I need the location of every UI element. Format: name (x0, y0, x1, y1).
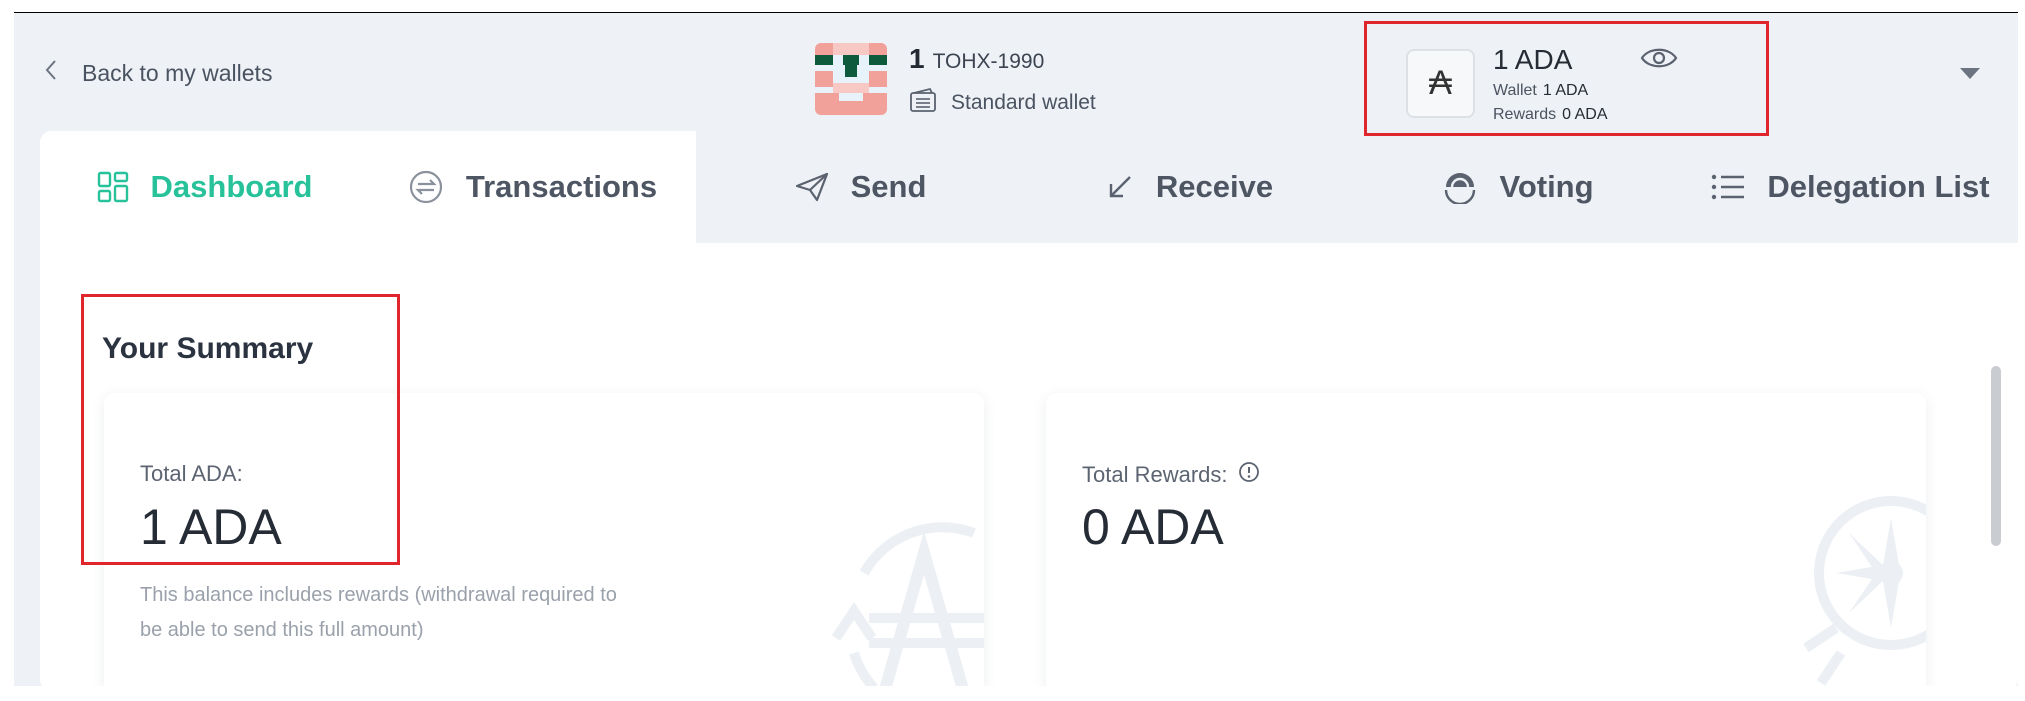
total-ada-value: 1 ADA (140, 499, 282, 555)
wallet-identity: 1 TOHX-1990 Standard wallet (815, 43, 1096, 119)
total-ada-note: This balance includes rewards (withdrawa… (140, 584, 617, 641)
wallet-type-label: Standard wallet (951, 91, 1096, 114)
tab-voting[interactable]: Voting (1354, 131, 1683, 243)
tab-dashboard[interactable]: Dashboard (40, 131, 369, 243)
rewards-balance-label: Rewards (1493, 106, 1557, 123)
app-window: Back to my wallets 1 TOHX-1990 Standard … (14, 13, 2018, 686)
wallet-plate: TOHX-1990 (932, 50, 1045, 73)
tab-receive[interactable]: Receive (1025, 131, 1354, 243)
voting-icon (1445, 173, 1476, 204)
ada-watermark-icon (831, 522, 984, 686)
dashboard-content: Your Summary Total ADA: 1 ADA This balan… (40, 243, 2018, 686)
dashboard-card: Dashboard Transactions Send Receive Voti… (40, 131, 2018, 686)
transactions-icon (409, 170, 442, 204)
wallet-type-icon (909, 87, 937, 119)
info-icon[interactable] (1238, 461, 1260, 489)
wallet-avatar (815, 43, 887, 115)
tab-transactions-label: Transactions (465, 169, 658, 204)
tab-send-label: Send (850, 169, 927, 204)
tab-transactions[interactable]: Transactions (369, 131, 696, 243)
wallet-balance-label: Wallet (1493, 82, 1537, 99)
wallet-balance-value: 1 ADA (1542, 82, 1589, 99)
wallet-type: Standard wallet (909, 87, 1096, 119)
total-rewards-value: 0 ADA (1082, 499, 1224, 555)
tab-send[interactable]: Send (696, 131, 1025, 243)
eye-icon[interactable] (1639, 44, 1679, 72)
back-label: Back to my wallets (82, 60, 273, 86)
tab-delegation-list-label: Delegation List (1767, 169, 1990, 204)
tab-voting-label: Voting (1499, 169, 1594, 204)
tab-delegation-list[interactable]: Delegation List (1683, 131, 2018, 243)
total-rewards-card: Total Rewards: 0 ADA (1046, 393, 1926, 686)
back-to-wallets-link[interactable]: Back to my wallets (44, 59, 272, 88)
total-rewards-label: Total Rewards: (1082, 462, 1228, 487)
balance-total: 1 ADA (1493, 44, 1573, 75)
rewards-balance-value: 0 ADA (1562, 106, 1608, 123)
tab-receive-label: Receive (1155, 169, 1274, 204)
list-icon (1712, 174, 1745, 200)
tab-dashboard-label: Dashboard (150, 169, 313, 204)
chevron-down-icon (1960, 68, 1980, 79)
send-icon (795, 172, 828, 202)
wallet-balance-summary: ₳ 1 ADA Wallet 1 ADA Rewards 0 ADA (1378, 28, 1781, 141)
wallet-header: Back to my wallets 1 TOHX-1990 Standard … (14, 19, 2018, 129)
ada-currency-icon: ₳ (1406, 49, 1475, 118)
wallet-balance-line: Wallet 1 ADA (1493, 82, 1588, 100)
nav-tabs: Dashboard Transactions Send Receive Voti… (40, 131, 2018, 243)
wallet-info: 1 TOHX-1990 Standard wallet (909, 43, 1096, 119)
summary-title: Your Summary (102, 332, 314, 365)
total-ada-label: Total ADA: (140, 461, 243, 486)
scrollbar[interactable] (1991, 366, 2001, 546)
wallet-dropdown-toggle[interactable] (1959, 67, 1981, 86)
chevron-left-icon (44, 59, 58, 88)
rewards-balance-line: Rewards 0 ADA (1493, 106, 1608, 124)
total-ada-card: Total ADA: 1 ADA This balance includes r… (104, 393, 984, 686)
wallet-name: 1 TOHX-1990 (909, 43, 1096, 75)
wallet-number: 1 (909, 43, 925, 74)
total-rewards-label-row: Total Rewards: (1082, 461, 1260, 489)
receive-icon (1109, 176, 1131, 198)
rewards-watermark-icon (1803, 496, 1926, 686)
dashboard-icon (97, 171, 128, 203)
